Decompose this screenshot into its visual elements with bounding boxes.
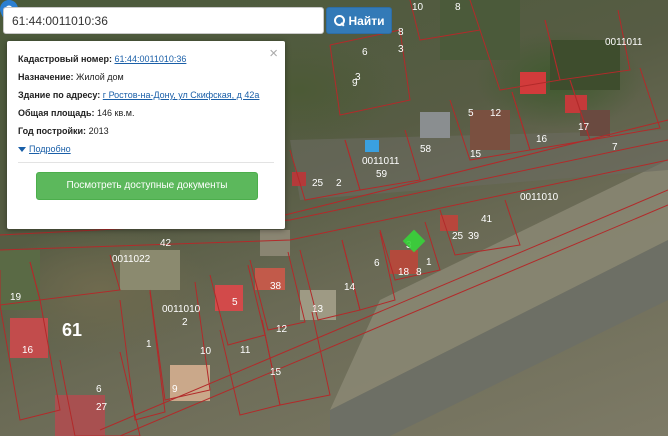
view-documents-button[interactable]: Посмотреть доступные документы <box>36 172 258 200</box>
parcel-info-popup: × Кадастровый номер: 61:44:0011010:36 На… <box>7 41 285 229</box>
parcel-number-label: 9 <box>352 78 358 89</box>
parcel-number-label: 2 <box>336 178 342 189</box>
purpose-row: Назначение: Жилой дом <box>18 71 274 83</box>
parcel-number-label: 10 <box>412 2 424 13</box>
address-link[interactable]: г Ростов-на-Дону, ул Скифская, д 42а <box>103 90 260 100</box>
parcel-number-label: 39 <box>468 231 480 242</box>
parcel-number-label: 27 <box>96 402 108 413</box>
parcel-number-label: 38 <box>270 281 282 292</box>
parcel-number-label: 16 <box>536 134 548 145</box>
parcel-number-label: 10 <box>200 346 212 357</box>
year-value: 2013 <box>88 126 109 136</box>
parcel-number-label: 11 <box>240 345 251 356</box>
parcel-number-label: 1 <box>426 257 432 268</box>
details-label: Подробно <box>29 144 71 154</box>
purpose-value: Жилой дом <box>76 72 124 82</box>
parcel-number-label: 0011010 <box>520 192 559 203</box>
quarter-label-61: 61 <box>62 320 82 340</box>
parcel-number-label: 8 <box>416 267 422 278</box>
search-button-label: Найти <box>348 13 385 28</box>
parcel-number-label: 25 <box>452 231 464 242</box>
search-button[interactable]: Найти <box>326 7 392 34</box>
cadastral-label: Кадастровый номер: <box>18 54 112 64</box>
parcel-number-label: 14 <box>344 282 356 293</box>
caret-down-icon <box>18 146 26 152</box>
parcel-number-label: 5 <box>468 108 474 119</box>
parcel-number-label: 13 <box>312 304 324 315</box>
parcel-number-label: 6 <box>96 384 102 395</box>
parcel-number-label: 15 <box>270 367 282 378</box>
parcel-number-label: 0011022 <box>112 254 151 265</box>
parcel-number-label: 16 <box>22 345 34 356</box>
details-toggle[interactable]: Подробно <box>18 143 274 155</box>
parcel-number-label: 12 <box>276 324 288 335</box>
parcel-number-label: 58 <box>420 144 432 155</box>
search-input[interactable]: 61:44:0011010:36 <box>3 7 324 34</box>
address-row: Здание по адресу: г Ростов-на-Дону, ул С… <box>18 89 274 101</box>
cadastral-row: Кадастровый номер: 61:44:0011010:36 <box>18 53 274 65</box>
address-label: Здание по адресу: <box>18 90 101 100</box>
parcel-number-label: 6 <box>374 258 380 269</box>
parcel-number-label: 8 <box>455 2 461 13</box>
cadastral-link[interactable]: 61:44:0011010:36 <box>114 54 186 64</box>
area-value: 146 кв.м. <box>97 108 135 118</box>
parcel-number-label: 3 <box>398 44 404 55</box>
parcel-number-label: 0011011 <box>362 156 400 167</box>
parcel-number-label: 7 <box>612 142 618 153</box>
parcel-number-label: 19 <box>10 292 22 303</box>
parcel-number-label: 18 <box>398 267 410 278</box>
parcel-number-label: 0011010 <box>162 304 201 315</box>
parcel-number-label: 6 <box>362 47 368 58</box>
popup-divider <box>18 162 274 163</box>
year-label: Год постройки: <box>18 126 87 136</box>
parcel-number-label: 9 <box>172 384 178 395</box>
parcel-number-label: 0011011 <box>605 37 643 48</box>
area-label: Общая площадь: <box>18 108 95 118</box>
search-icon <box>333 15 345 26</box>
close-icon[interactable]: × <box>269 46 278 61</box>
area-row: Общая площадь: 146 кв.м. <box>18 107 274 119</box>
parcel-number-label: 42 <box>160 238 172 249</box>
parcel-number-label: 41 <box>481 214 493 225</box>
parcel-number-label: 59 <box>376 169 388 180</box>
parcel-number-label: 15 <box>470 149 482 160</box>
parcel-number-label: 12 <box>490 108 502 119</box>
parcel-number-label: 17 <box>578 122 590 133</box>
purpose-label: Назначение: <box>18 72 74 82</box>
year-row: Год постройки: 2013 <box>18 125 274 137</box>
parcel-number-label: 25 <box>312 178 324 189</box>
parcel-number-label: 1 <box>146 339 152 350</box>
parcel-number-label: 5 <box>232 297 238 308</box>
parcel-number-label: 8 <box>398 27 404 38</box>
parcel-number-label: 2 <box>182 317 188 328</box>
